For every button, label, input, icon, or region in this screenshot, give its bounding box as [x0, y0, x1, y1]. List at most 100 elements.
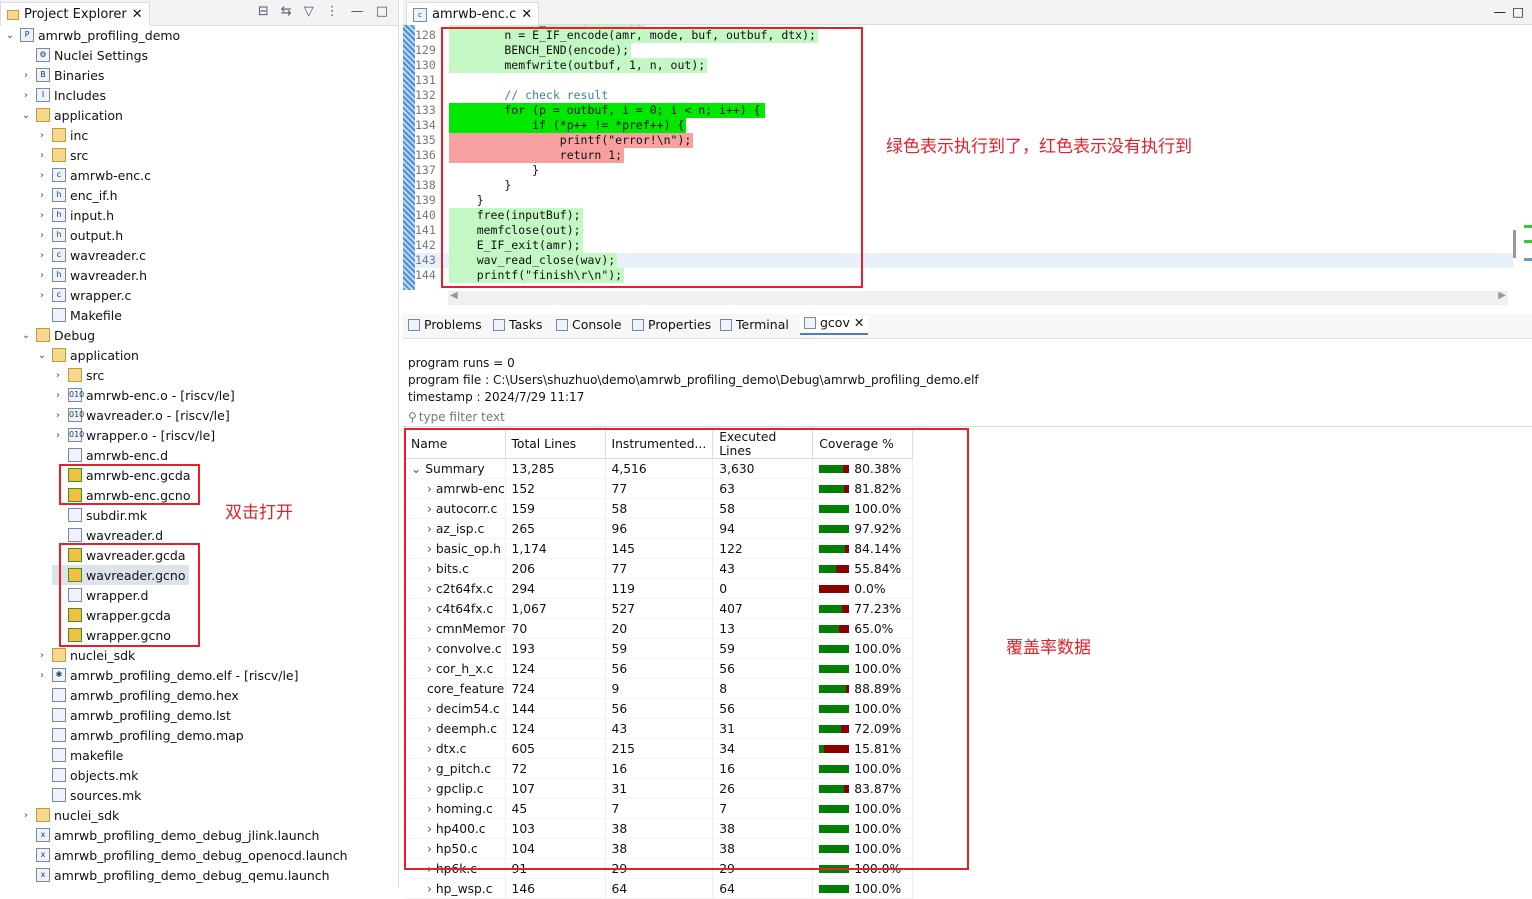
tree-item[interactable]: amrwb-enc.gcno	[52, 485, 190, 505]
chevron-right-icon[interactable]: ›	[36, 190, 48, 201]
tree-item[interactable]: Makefile	[36, 305, 122, 325]
code-line[interactable]: 143 wav_read_close(wav);	[415, 253, 1513, 268]
table-row[interactable]: › decim54.c 144 56 56 100.0%	[405, 698, 914, 719]
table-row[interactable]: › cor_h_x.c 124 56 56 100.0%	[405, 658, 914, 679]
chevron-right-icon[interactable]: ›	[427, 502, 436, 516]
code-line[interactable]: 128 n = E_IF_encode(amr, mode, buf, outb…	[415, 28, 1513, 43]
chevron-right-icon[interactable]: ›	[52, 410, 64, 421]
code-line[interactable]: 142 E_IF_exit(amr);	[415, 238, 1513, 253]
tree-item[interactable]: amrwb_profiling_demo.lst	[36, 705, 231, 725]
tab-amrwb-enc-c[interactable]: c amrwb-enc.c ✕	[406, 2, 540, 26]
tree-item[interactable]: › c amrwb-enc.c	[36, 165, 151, 185]
chevron-right-icon[interactable]: ›	[20, 810, 32, 821]
tree-item[interactable]: amrwb-enc.gcda	[52, 465, 191, 485]
tree-item[interactable]: objects.mk	[36, 765, 138, 785]
tree-item[interactable]: wrapper.gcda	[52, 605, 171, 625]
table-row[interactable]: core_feature 724 9 8 88.89%	[405, 678, 914, 699]
table-row[interactable]: › hp50.c 104 38 38 100.0%	[405, 838, 914, 859]
tree-item[interactable]: › nuclei_sdk	[20, 805, 119, 825]
filter-input[interactable]: ⚲ type filter text	[403, 408, 1532, 427]
view-menu-icon[interactable]: ⋮	[326, 4, 339, 19]
tree-item[interactable]: x amrwb_profiling_demo_debug_openocd.laun…	[20, 845, 348, 865]
tree-item[interactable]: x amrwb_profiling_demo_debug_qemu.launch	[20, 865, 330, 885]
table-row[interactable]: › autocorr.c 159 58 58 100.0%	[405, 498, 914, 519]
chevron-down-icon[interactable]: ⌄	[4, 30, 16, 41]
column-header[interactable]: Instrumented...	[605, 430, 714, 459]
tree-item[interactable]: › h input.h	[36, 205, 114, 225]
close-icon[interactable]: ✕	[521, 7, 532, 22]
tab-project-explorer[interactable]: Project Explorer ✕	[0, 2, 150, 26]
tab-tasks[interactable]: Tasks	[493, 317, 543, 332]
code-line[interactable]: 131	[415, 73, 1513, 88]
close-icon[interactable]: ✕	[132, 7, 143, 22]
table-row[interactable]: › convolve.c 193 59 59 100.0%	[405, 638, 914, 659]
chevron-right-icon[interactable]: ›	[427, 722, 436, 736]
tree-item[interactable]: ⚙ Nuclei Settings	[20, 45, 148, 65]
table-row[interactable]: › bits.c 206 77 43 55.84%	[405, 558, 914, 579]
chevron-right-icon[interactable]: ›	[427, 562, 436, 576]
chevron-right-icon[interactable]: ›	[427, 642, 436, 656]
table-row[interactable]: › basic_op.h 1,174 145 122 84.14%	[405, 538, 914, 559]
chevron-right-icon[interactable]: ›	[36, 670, 48, 681]
tree-item[interactable]: subdir.mk	[52, 505, 147, 525]
table-row[interactable]: › dtx.c 605 215 34 15.81%	[405, 738, 914, 759]
horizontal-scrollbar[interactable]: ◀ ▶	[448, 290, 1508, 305]
code-line[interactable]: 138 }	[415, 178, 1513, 193]
tree-item[interactable]: ⌄ application	[36, 345, 139, 365]
table-row[interactable]: › az_isp.c 265 96 94 97.92%	[405, 518, 914, 539]
chevron-down-icon[interactable]: ⌄	[20, 330, 32, 341]
chevron-down-icon[interactable]: ⌄	[20, 110, 32, 121]
chevron-right-icon[interactable]: ›	[36, 210, 48, 221]
table-row[interactable]: › hp6k.c 91 29 29 100.0%	[405, 858, 914, 879]
tree-item[interactable]: x amrwb_profiling_demo_debug_jlink.launch	[20, 825, 319, 845]
tab-problems[interactable]: Problems	[408, 317, 482, 332]
code-area[interactable]: 127 BENCH_START(encode);128 n = E_IF_enc…	[403, 25, 1513, 290]
tree-item[interactable]: wrapper.gcno	[52, 625, 171, 645]
code-line[interactable]: 132 // check result	[415, 88, 1513, 103]
chevron-right-icon[interactable]: ›	[427, 702, 436, 716]
tree-item[interactable]: › h output.h	[36, 225, 123, 245]
tree-item[interactable]: wavreader.gcno	[52, 565, 190, 585]
tab-gcov[interactable]: gcov ✕	[800, 315, 869, 335]
chevron-right-icon[interactable]: ›	[36, 150, 48, 161]
code-line[interactable]: 129 BENCH_END(encode);	[415, 43, 1513, 58]
table-row[interactable]: › hp_wsp.c 146 64 64 100.0%	[405, 878, 914, 899]
table-row[interactable]: › deemph.c 124 43 31 72.09%	[405, 718, 914, 739]
chevron-right-icon[interactable]: ›	[427, 662, 436, 676]
collapse-all-icon[interactable]: ⊟	[258, 4, 269, 19]
tree-item[interactable]: › I Includes	[20, 85, 106, 105]
chevron-right-icon[interactable]: ›	[52, 430, 64, 441]
chevron-right-icon[interactable]: ›	[427, 482, 436, 496]
chevron-right-icon[interactable]: ›	[427, 602, 436, 616]
code-line[interactable]: 137 }	[415, 163, 1513, 178]
maximize-icon[interactable]: □	[1512, 4, 1524, 19]
code-line[interactable]: 140 free(inputBuf);	[415, 208, 1513, 223]
chevron-right-icon[interactable]: ›	[427, 762, 436, 776]
chevron-down-icon[interactable]: ⌄	[36, 350, 48, 361]
minimize-icon[interactable]: —	[351, 4, 364, 19]
vertical-scrollbar[interactable]	[1513, 230, 1516, 258]
chevron-right-icon[interactable]: ›	[427, 622, 436, 636]
tree-item[interactable]: ⌄ Pamrwb_profiling_demo	[4, 25, 180, 45]
table-row[interactable]: ⌄ Summary 13,285 4,516 3,630 80.38%	[405, 458, 914, 479]
tab-terminal[interactable]: Terminal	[720, 317, 789, 332]
tree-item[interactable]: › src	[36, 145, 88, 165]
column-header[interactable]: Executed Lines	[712, 430, 814, 459]
chevron-right-icon[interactable]: ›	[427, 862, 436, 876]
tree-item[interactable]: sources.mk	[36, 785, 141, 805]
chevron-right-icon[interactable]: ›	[36, 650, 48, 661]
maximize-icon[interactable]: □	[376, 4, 388, 19]
chevron-down-icon[interactable]: ⌄	[411, 462, 425, 476]
code-line[interactable]: 133 for (p = outbuf, i = 0; i < n; i++) …	[415, 103, 1513, 118]
chevron-right-icon[interactable]: ›	[36, 230, 48, 241]
chevron-right-icon[interactable]: ›	[36, 130, 48, 141]
tree-item[interactable]: › ✱ amrwb_profiling_demo.elf - [riscv/le]	[36, 665, 299, 685]
chevron-right-icon[interactable]: ›	[52, 390, 64, 401]
code-line[interactable]: 130 memfwrite(outbuf, 1, n, out);	[415, 58, 1513, 73]
table-row[interactable]: › c4t64fx.c 1,067 527 407 77.23%	[405, 598, 914, 619]
tree-item[interactable]: › nuclei_sdk	[36, 645, 135, 665]
tree-item[interactable]: amrwb-enc.d	[52, 445, 168, 465]
tab-console[interactable]: Console	[556, 317, 622, 332]
tree-item[interactable]: › h wavreader.h	[36, 265, 147, 285]
tree-item[interactable]: ⌄ Debug	[20, 325, 95, 345]
